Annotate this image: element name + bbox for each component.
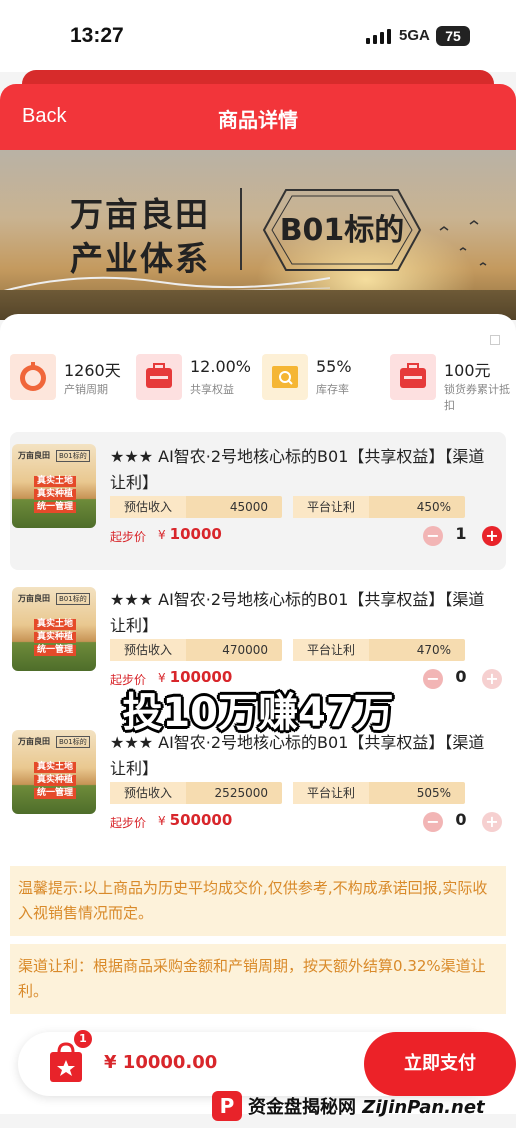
metric-share: 12.00% 共享权益 — [136, 354, 256, 414]
product-item[interactable]: 万亩良田 B01标的 真实土地 真实种植 统一管理 ★★★ AI智农·2号地核心… — [10, 432, 506, 570]
notice-tip: 温馨提示:以上商品为历史平均成交价,仅供参考,不构成承诺回报,实际收入视销售情况… — [10, 866, 506, 936]
metric-label: 库存率 — [316, 383, 349, 396]
rebate-value: 470% — [416, 643, 451, 657]
currency-symbol: ¥ — [158, 528, 166, 542]
banner-divider — [240, 188, 242, 270]
watermark-cn: 资金盘揭秘网 — [248, 1097, 356, 1118]
watermark: P 资金盘揭秘网 ZiJinPan.net — [212, 1090, 485, 1122]
rebate-tip: 渠道让利：根据商品采购金额和产销周期，按天额外结算0.32%渠道让利。 — [10, 944, 506, 1014]
income-label: 预估收入 — [110, 496, 187, 518]
signal-icon — [366, 28, 391, 44]
metric-value: 1260天 — [64, 361, 121, 380]
checkout-bar: 1 ¥ 10000.00 立即支付 — [18, 1030, 516, 1096]
thumb-line: 真实种植 — [34, 489, 77, 500]
product-name: ★★★ AI智农·2号地核心标的B01【共享权益】【渠道让利】 — [110, 590, 485, 635]
birds-icon — [439, 220, 487, 266]
price-value: 500000 — [169, 811, 233, 829]
clock-icon — [10, 354, 56, 400]
price: ¥500000 — [158, 811, 232, 829]
battery-icon: 75 — [436, 26, 470, 46]
price-label: 起步价 — [110, 530, 147, 544]
price: ¥10000 — [158, 525, 222, 543]
product-name: ★★★ AI智农·2号地核心标的B01【共享权益】【渠道让利】 — [110, 447, 485, 492]
thumb-line: 真实种植 — [34, 775, 77, 786]
metric-cycle: 1260天 产销周期 — [10, 354, 121, 414]
thumb-line: 真实土地 — [34, 476, 77, 487]
metric-label: 共享权益 — [190, 383, 234, 396]
income-label: 预估收入 — [110, 782, 187, 804]
rebate-pill: 平台让利 505% — [293, 782, 465, 804]
watermark-logo-icon: P — [212, 1091, 242, 1121]
small-checkbox[interactable] — [490, 335, 500, 345]
thumb-tag: B01标的 — [56, 450, 90, 462]
metric-voucher: 100元 锁货券累计抵扣 — [390, 354, 510, 414]
page-title: 商品详情 — [218, 108, 298, 132]
metric-label: 产销周期 — [64, 383, 108, 396]
thumb-line: 统一管理 — [34, 788, 77, 799]
overlay-caption: 投10万赚47万 — [122, 690, 394, 736]
rebate-label: 平台让利 — [293, 782, 370, 804]
shopping-bag-icon[interactable] — [46, 1042, 86, 1084]
income-value: 45000 — [229, 500, 268, 514]
metric-value: 55% — [316, 357, 352, 376]
thumb-title: 万亩良田 — [18, 594, 50, 603]
thumb-title: 万亩良田 — [18, 451, 50, 460]
income-value: 470000 — [222, 643, 268, 657]
income-value: 2525000 — [214, 786, 268, 800]
minus-button[interactable]: − — [423, 526, 443, 546]
income-pill: 预估收入 2525000 — [110, 782, 282, 804]
rebate-value: 450% — [416, 500, 451, 514]
inventory-search-icon — [262, 354, 308, 400]
product-item[interactable]: 万亩良田 B01标的 真实土地 真实种植 统一管理 ★★★ AI智农·2号地核心… — [10, 718, 506, 856]
watermark-text: 资金盘揭秘网 ZiJinPan.net — [248, 1093, 485, 1119]
income-pill: 预估收入 470000 — [110, 639, 282, 661]
banner-title-line1: 万亩良田 — [70, 195, 210, 234]
product-thumbnail: 万亩良田 B01标的 真实土地 真实种植 统一管理 — [12, 587, 96, 671]
product-banner: 万亩良田 产业体系 B01标的 — [0, 150, 516, 320]
currency-symbol: ¥ — [158, 814, 166, 828]
thumb-line: 真实土地 — [34, 619, 77, 630]
briefcase-icon — [390, 354, 436, 400]
minus-button[interactable]: − — [423, 812, 443, 832]
price-value: 10000 — [169, 525, 222, 543]
income-label: 预估收入 — [110, 639, 187, 661]
thumb-tag: B01标的 — [56, 593, 90, 605]
metric-value: 12.00% — [190, 357, 252, 376]
rebate-value: 505% — [416, 786, 451, 800]
network-type: 5GA — [399, 27, 430, 44]
metric-inventory: 55% 库存率 — [262, 354, 382, 414]
rebate-label: 平台让利 — [293, 496, 370, 518]
banner-tag: B01标的 — [279, 213, 405, 248]
thumb-line: 统一管理 — [34, 502, 77, 513]
status-time: 13:27 — [70, 24, 124, 47]
thumb-line: 真实种植 — [34, 632, 77, 643]
product-thumbnail: 万亩良田 B01标的 真实土地 真实种植 统一管理 — [12, 444, 96, 528]
nav-header: Back 商品详情 — [0, 84, 516, 150]
product-thumbnail: 万亩良田 B01标的 真实土地 真实种植 统一管理 — [12, 730, 96, 814]
thumb-line: 真实土地 — [34, 762, 77, 773]
metric-value: 100元 — [444, 361, 491, 380]
total-amount: ¥ 10000.00 — [104, 1052, 218, 1073]
quantity-value[interactable]: 0 — [450, 810, 472, 829]
metric-label: 锁货券累计抵扣 — [444, 383, 510, 412]
pay-now-button[interactable]: 立即支付 — [364, 1032, 516, 1096]
thumb-line: 统一管理 — [34, 645, 77, 656]
income-pill: 预估收入 45000 — [110, 496, 282, 518]
cart-count-badge: 1 — [74, 1030, 92, 1048]
watermark-en: ZiJinPan.net — [362, 1097, 485, 1118]
briefcase-icon — [136, 354, 182, 400]
price-label: 起步价 — [110, 816, 147, 830]
rebate-label: 平台让利 — [293, 639, 370, 661]
rebate-pill: 平台让利 450% — [293, 496, 465, 518]
quantity-value[interactable]: 1 — [450, 524, 472, 543]
rebate-pill: 平台让利 470% — [293, 639, 465, 661]
plus-button[interactable]: + — [482, 812, 502, 832]
plus-button[interactable]: + — [482, 526, 502, 546]
status-bar: 13:27 5GA 75 — [0, 0, 516, 72]
